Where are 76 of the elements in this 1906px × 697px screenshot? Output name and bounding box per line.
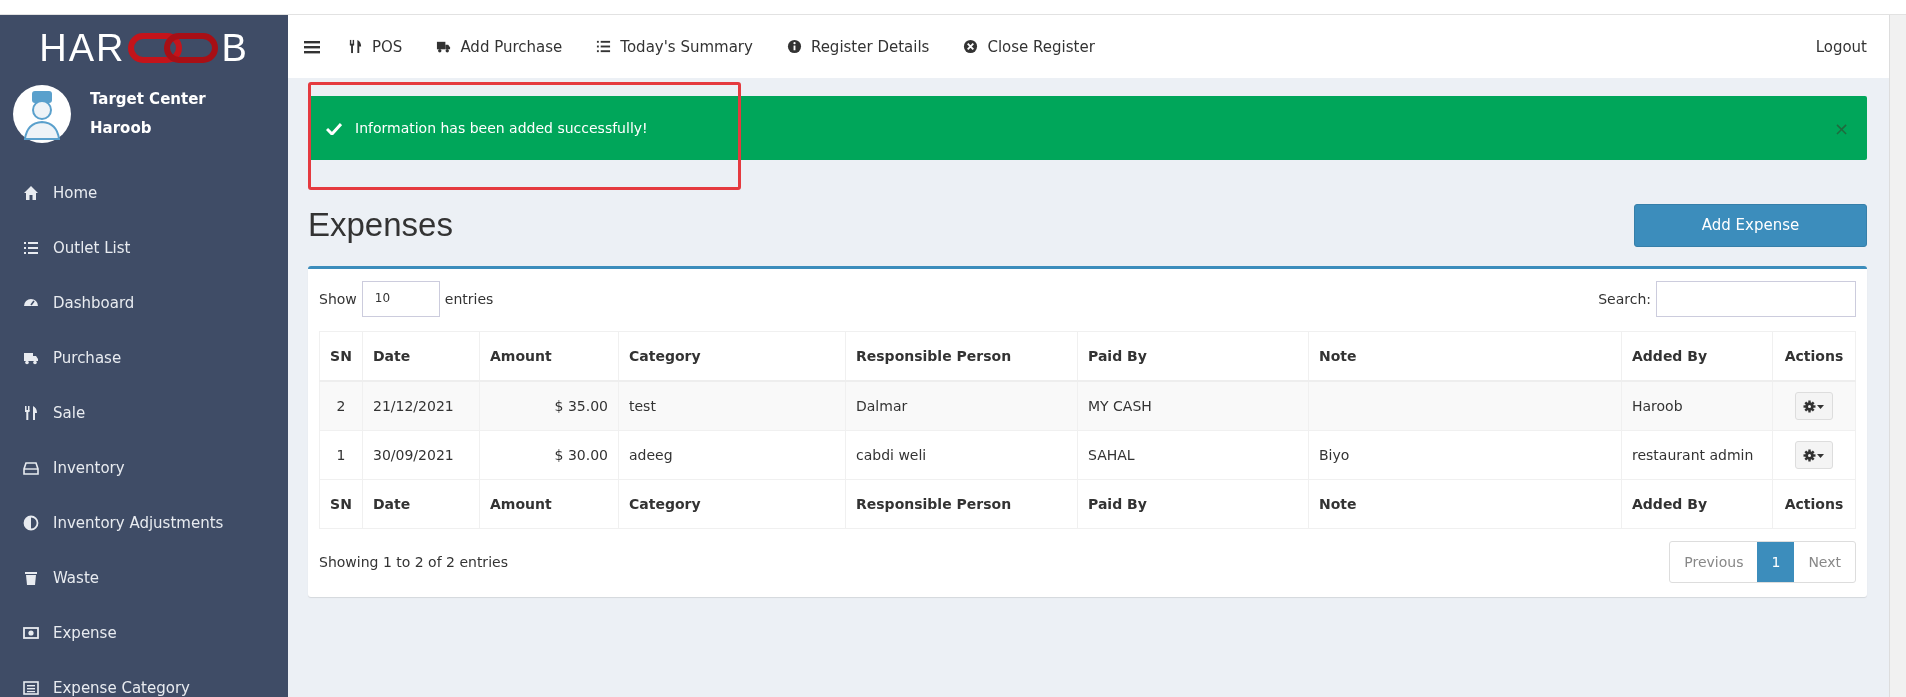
table-cell: restaurant admin [1621,430,1773,480]
column-header: Actions [1772,479,1856,529]
trash-icon [23,569,39,586]
drive-icon [23,459,39,476]
money-icon [23,624,39,641]
entries-label: entries [444,291,494,307]
sidebar-item[interactable]: Purchase [0,330,288,385]
sidebar-item[interactable]: Sale [0,385,288,440]
gear-caret-icon [1803,399,1825,413]
fork-knife-icon [348,39,363,54]
user-name: Haroob [90,118,153,139]
sidebar-item[interactable]: Home [0,165,288,220]
avatar-icon [13,85,71,143]
column-header: Category [618,479,846,529]
pagination-button[interactable]: 1 [1757,542,1795,582]
navbar-link[interactable]: Close Register [963,37,1095,56]
logo-text: HAR [39,28,126,68]
show-label: Show [319,291,357,307]
column-header: Paid By [1077,479,1309,529]
logout-link[interactable]: Logout [1815,37,1867,56]
outlet-name: Target Center [90,89,206,110]
table-cell: Dalmar [845,381,1078,431]
column-header: Added By [1621,479,1773,529]
close-circle-icon [963,39,979,54]
table-cell: 2 [319,381,363,431]
sidebar-item[interactable]: Inventory [0,440,288,495]
info-icon [786,39,802,54]
table-cell: 30/09/2021 [362,430,480,480]
navbar-link[interactable]: Add Purchase [436,37,563,56]
table-cell: test [618,381,846,431]
half-circle-icon [23,514,39,531]
actions-dropdown-button[interactable] [1795,392,1833,420]
check-icon [326,121,342,135]
sidebar-item[interactable]: Waste [0,550,288,605]
list-icon [23,679,39,696]
truck-icon [436,39,452,54]
home-icon [23,184,39,201]
actions-dropdown-button[interactable] [1795,441,1833,469]
column-header: Date [362,479,480,529]
column-header: SN [319,479,363,529]
table-cell: 21/12/2021 [362,381,480,431]
table-cell: adeeg [618,430,846,480]
numbered-list-icon [23,239,39,256]
table-cell: 1 [319,430,363,480]
sidebar-item[interactable]: Inventory Adjustments [0,495,288,550]
table-cell: Haroob [1621,381,1773,431]
navbar-link[interactable]: Today's Summary [596,37,753,56]
navbar-link[interactable]: Register Details [786,37,930,56]
list-icon [596,39,612,54]
fork-knife-icon [23,404,39,421]
table-cell: cabdi weli [845,430,1078,480]
column-header: Responsible Person [845,479,1078,529]
table-cell: $ 30.00 [479,430,619,480]
logo-text: B [221,28,249,68]
table-cell: Biyo [1308,430,1622,480]
page-size-select[interactable]: 10 [361,281,440,317]
menu-icon[interactable] [304,39,320,54]
table-info: Showing 1 to 2 of 2 entries [319,554,508,570]
sidebar-item[interactable]: Expense [0,605,288,660]
search-label: Search: [1598,291,1651,307]
navbar-link[interactable]: POS [348,37,403,56]
table-cell: MY CASH [1077,381,1309,431]
table-cell: $ 35.00 [479,381,619,431]
column-header: Note [1308,479,1622,529]
gauge-icon [23,298,39,307]
column-header: Amount [479,479,619,529]
chain-link-icon [127,31,220,65]
add-expense-button[interactable]: Add Expense [1634,203,1867,247]
sidebar-item[interactable]: Outlet List [0,220,288,275]
gear-caret-icon [1803,448,1825,462]
sidebar-item[interactable]: Expense Category [0,660,288,697]
alert-message: Information has been added successfully! [355,120,648,136]
sidebar-item[interactable]: Dashboard [0,275,288,330]
search-field[interactable] [1656,281,1856,317]
page-title: Expenses [308,206,453,244]
table-cell: SAHAL [1077,430,1309,480]
